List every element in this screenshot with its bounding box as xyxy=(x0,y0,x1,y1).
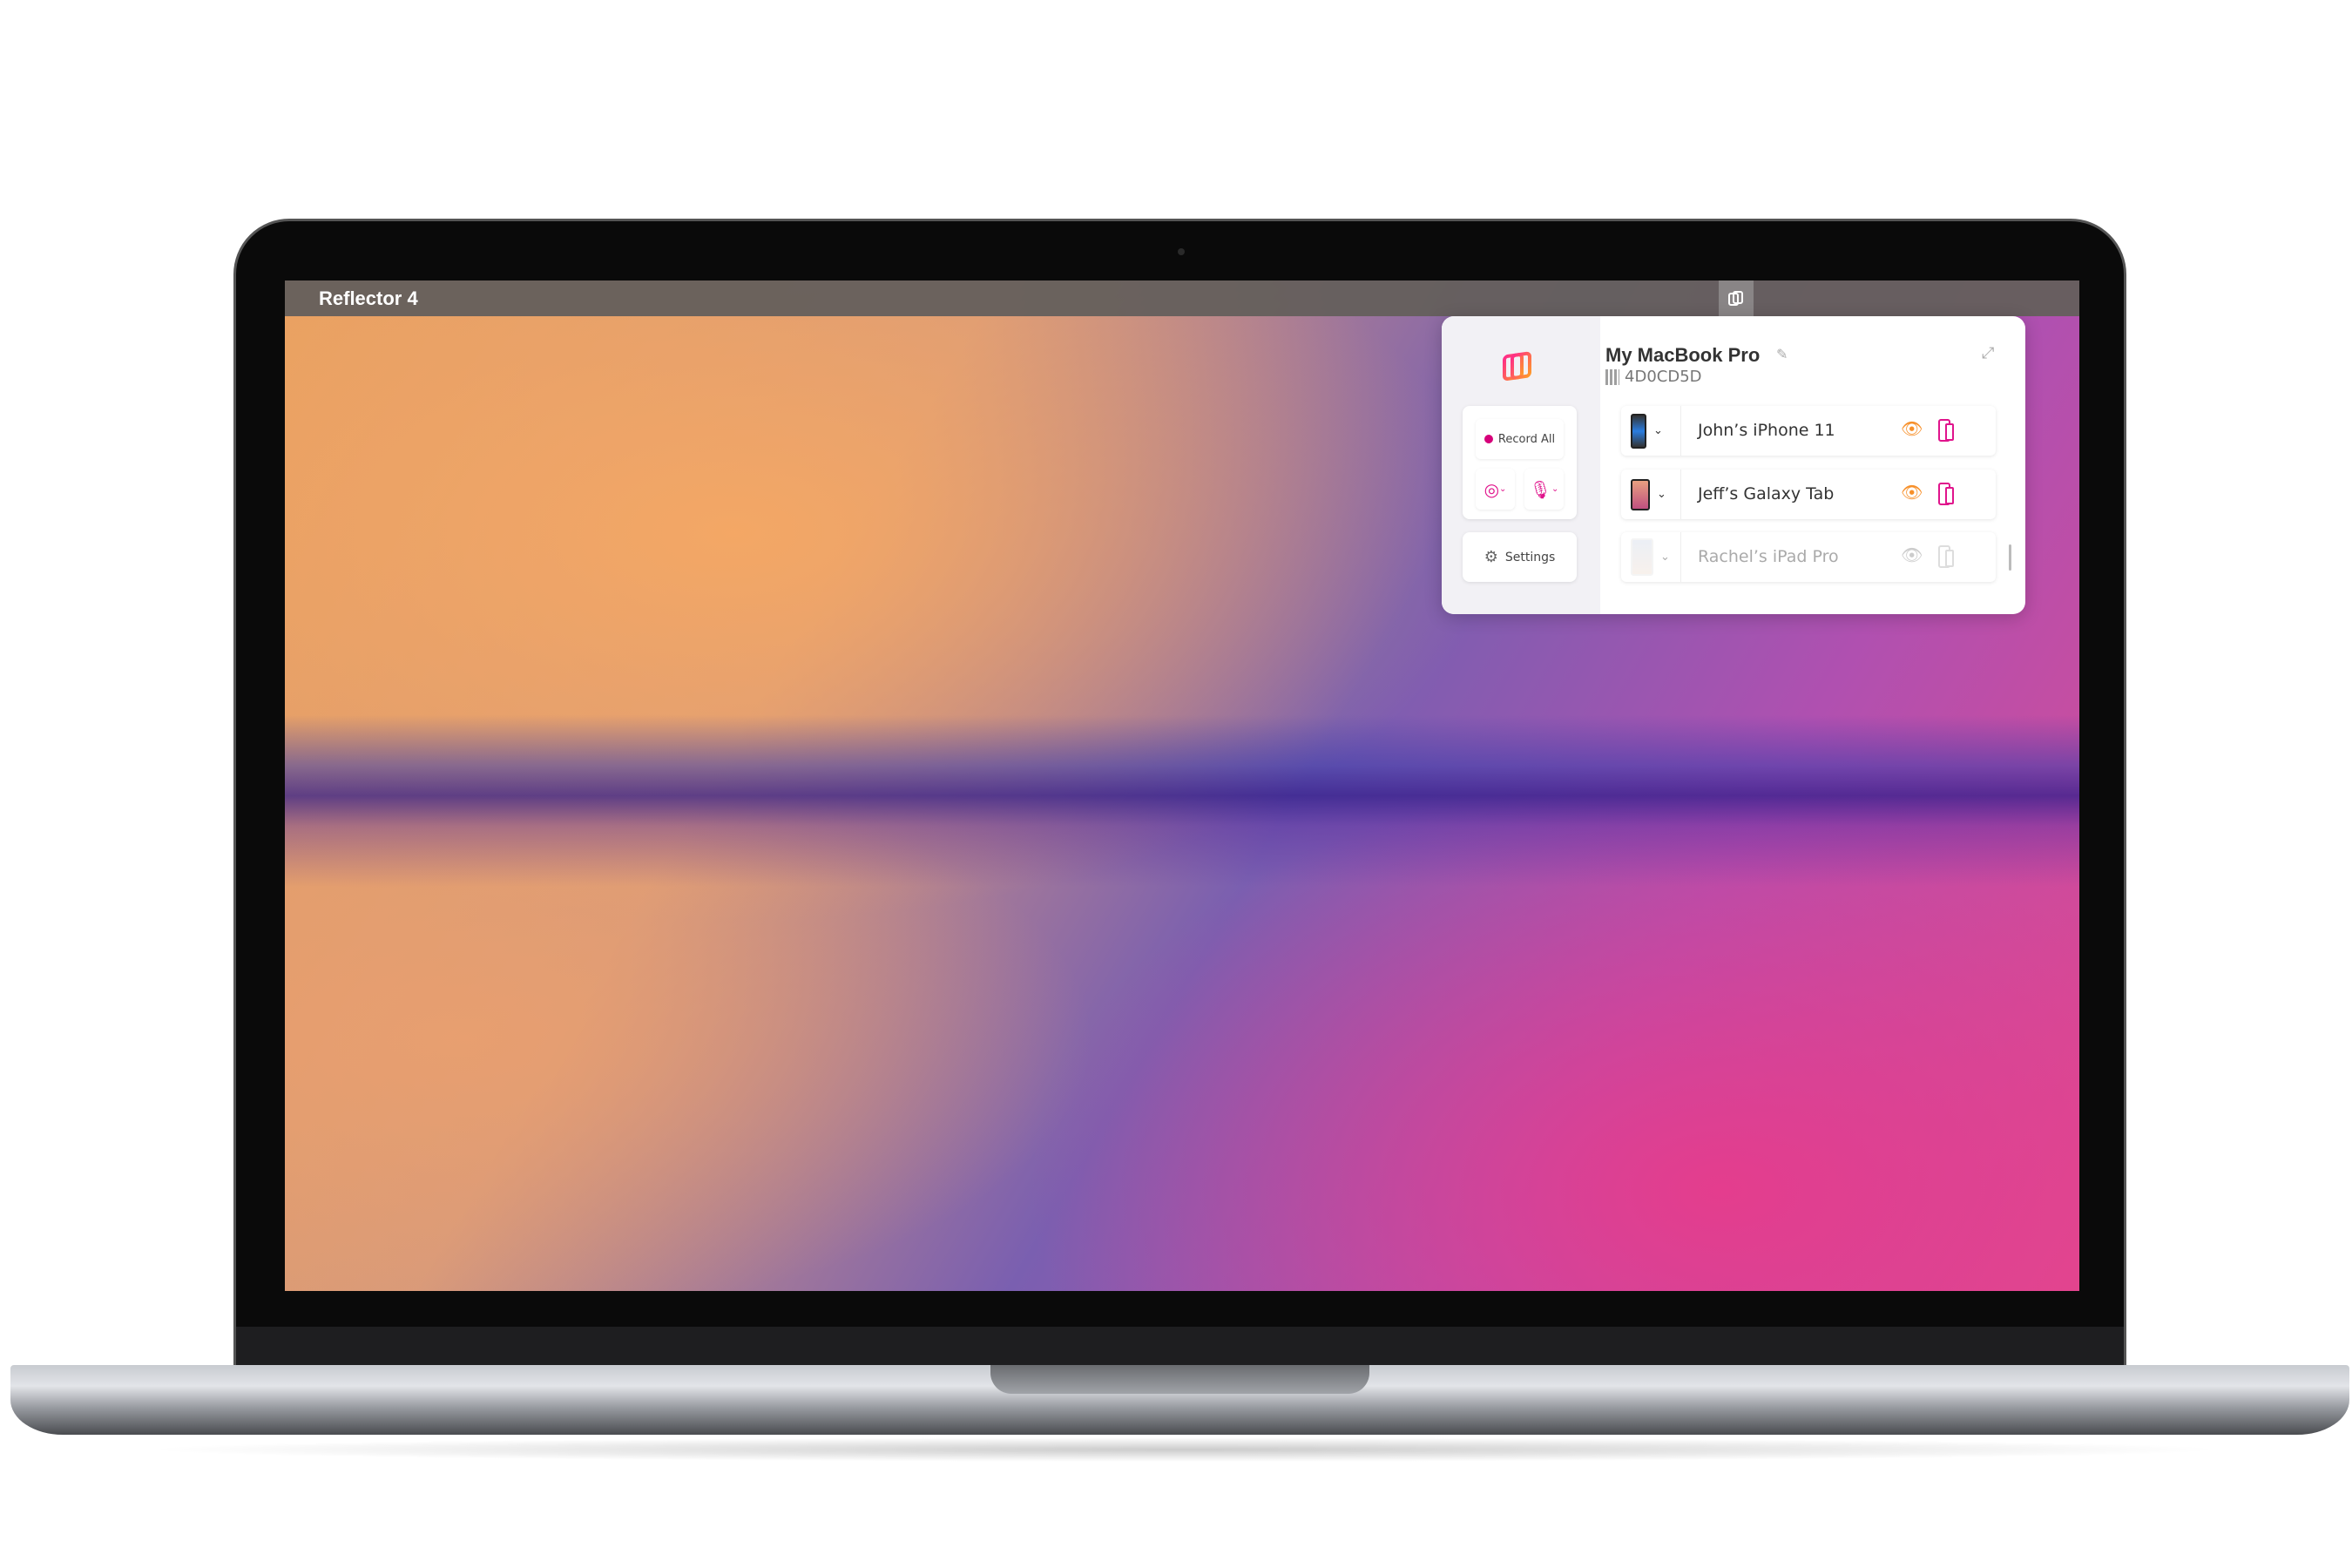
chevron-down-icon: ⌄ xyxy=(1660,551,1670,564)
record-dot-icon xyxy=(1484,435,1493,443)
qr-code-icon[interactable] xyxy=(1605,368,1619,385)
device-name: Jeff’s Galaxy Tab xyxy=(1698,484,1835,504)
settings-label: Settings xyxy=(1504,550,1556,564)
reflector-menubar-icon[interactable] xyxy=(1719,280,1754,316)
device-name: Rachel’s iPad Pro xyxy=(1698,547,1839,566)
camera-dropdown[interactable]: ◎ ⌄ xyxy=(1476,469,1515,510)
app-name: Reflector 4 xyxy=(319,287,418,309)
device-frame-icon[interactable] xyxy=(1938,545,1954,568)
device-frame-icon[interactable] xyxy=(1938,419,1954,442)
device-row[interactable]: ⌄ Jeff’s Galaxy Tab 👁 xyxy=(1621,470,1996,519)
sidebar: Record All ◎ ⌄ 🎙 ⌄ ⚙ Settings xyxy=(1442,316,1600,614)
chevron-down-icon: ⌄ xyxy=(1657,488,1666,501)
ipad-thumbnail xyxy=(1631,538,1653,576)
laptop-shadow xyxy=(139,1437,2230,1462)
screen: Reflector 4 Record All ◎ ⌄ 🎙 ⌄ ⚙ Settings M… xyxy=(285,280,2079,1291)
menu-bar: Reflector 4 xyxy=(285,280,2079,316)
connection-code-text: 4D0CD5D xyxy=(1625,368,1702,386)
eye-icon[interactable]: 👁 xyxy=(1901,544,1923,565)
record-card: Record All ◎ ⌄ 🎙 ⌄ xyxy=(1463,406,1577,519)
expand-icon[interactable]: ⤢ xyxy=(1982,344,1994,362)
device-row[interactable]: ⌄ John’s iPhone 11 👁 xyxy=(1621,406,1996,456)
laptop-chin xyxy=(236,1327,2124,1365)
microphone-icon: 🎙 xyxy=(1529,478,1551,500)
device-name: John’s iPhone 11 xyxy=(1698,421,1835,440)
edit-name-icon[interactable]: ✎ xyxy=(1776,346,1788,362)
connection-code: 4D0CD5D xyxy=(1605,368,1702,386)
eye-icon[interactable]: 👁 xyxy=(1901,418,1923,439)
reflector-logo-icon xyxy=(1501,348,1536,390)
device-menu[interactable]: ⌄ xyxy=(1621,470,1681,519)
device-row[interactable]: ⌄ Rachel’s iPad Pro 👁 xyxy=(1621,532,1996,582)
lid-notch xyxy=(990,1365,1369,1394)
settings-button[interactable]: ⚙ Settings xyxy=(1463,532,1577,582)
device-menu[interactable]: ⌄ xyxy=(1621,532,1681,582)
camera xyxy=(1178,248,1185,255)
record-all-button[interactable]: Record All xyxy=(1476,419,1564,459)
computer-name: My MacBook Pro xyxy=(1605,344,1761,366)
record-all-label: Record All xyxy=(1497,432,1556,446)
eye-icon[interactable]: 👁 xyxy=(1901,482,1923,503)
gear-icon: ⚙ xyxy=(1484,548,1498,566)
device-menu[interactable]: ⌄ xyxy=(1621,406,1681,456)
iphone-thumbnail xyxy=(1631,413,1646,449)
microphone-dropdown[interactable]: 🎙 ⌄ xyxy=(1524,469,1564,510)
scrollbar[interactable] xyxy=(2009,544,2011,571)
chevron-down-icon: ⌄ xyxy=(1653,424,1663,437)
camera-icon: ◎ xyxy=(1484,478,1500,500)
reflector-panel: Record All ◎ ⌄ 🎙 ⌄ ⚙ Settings My MacBook Pr… xyxy=(1442,316,2025,614)
device-frame-icon[interactable] xyxy=(1938,483,1954,505)
tablet-thumbnail xyxy=(1631,478,1650,510)
